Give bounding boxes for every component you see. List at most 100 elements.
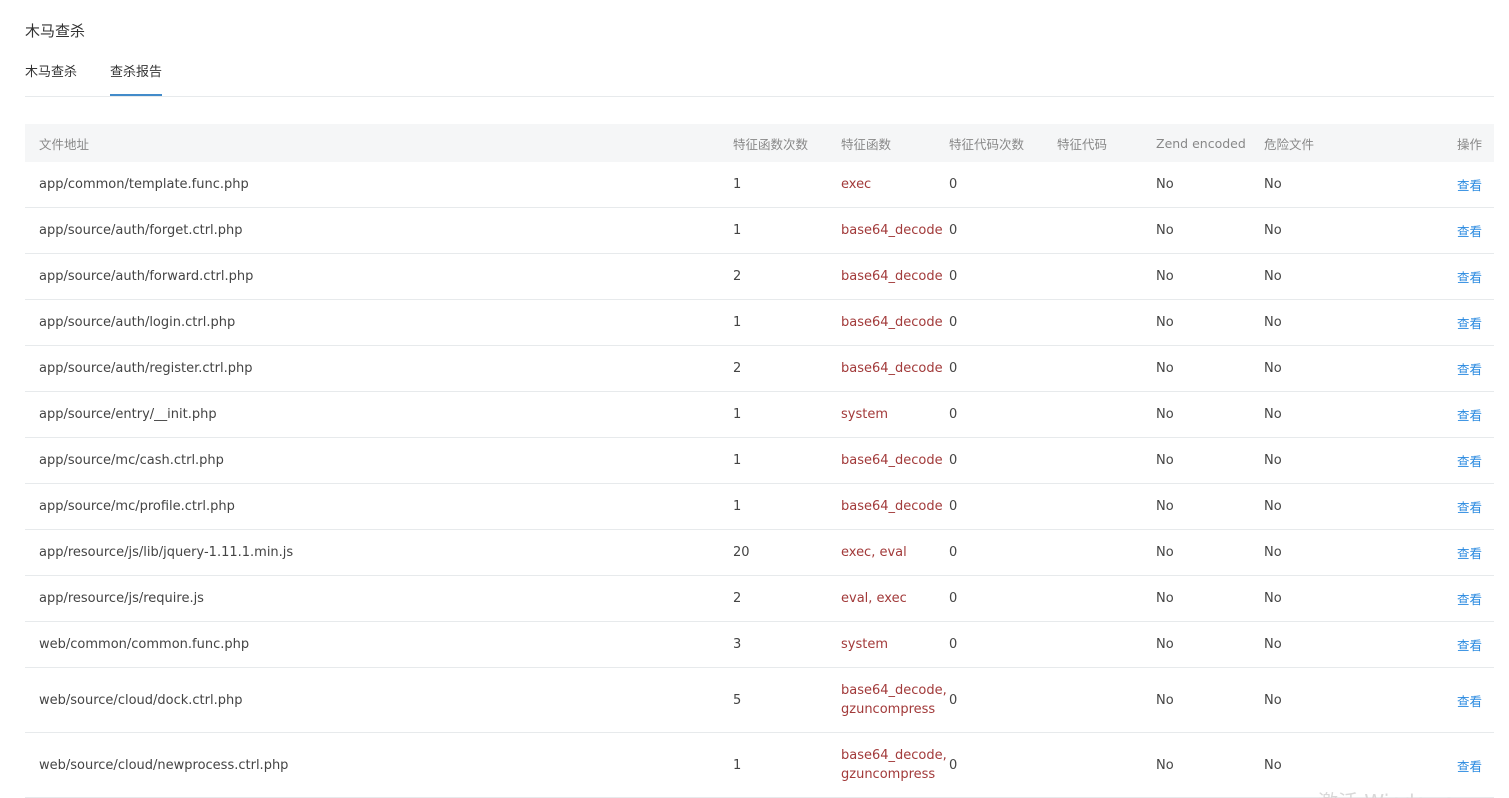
cell-file-path: app/common/template.func.php [25,162,733,208]
cell-dangerous-file: No [1264,207,1384,254]
cell-zend-encoded: No [1156,345,1264,392]
cell-func-count: 1 [733,732,841,798]
func-names: exec [841,177,872,192]
activation-watermark: 激活 Windows [1318,786,1454,798]
cell-code [1057,299,1156,346]
cell-operation: 查看 [1384,299,1494,346]
cell-code-count: 0 [949,732,1057,798]
cell-code-count: 0 [949,162,1057,208]
cell-code-count: 0 [949,437,1057,484]
table-row: app/common/template.func.php 1 exec 0 No No 查看 [25,162,1494,208]
cell-func-count: 5 [733,667,841,733]
cell-code-count: 0 [949,667,1057,733]
func-names: base64_decode, gzuncompress [841,683,947,717]
cell-code [1057,483,1156,530]
cell-code-count: 0 [949,391,1057,438]
view-link[interactable]: 查看 [1457,408,1482,423]
func-names: exec, eval [841,545,907,560]
cell-funcs: exec, eval [841,529,949,576]
cell-operation: 查看 [1384,575,1494,622]
header-dangerous-file: 危险文件 [1264,124,1384,162]
cell-code-count: 0 [949,621,1057,668]
cell-func-count: 1 [733,162,841,208]
func-names: base64_decode [841,315,943,330]
view-link[interactable]: 查看 [1457,592,1482,607]
cell-funcs: base64_decode [841,253,949,300]
table-row: app/source/auth/forget.ctrl.php 1 base64_d… [25,207,1494,254]
cell-func-count: 20 [733,529,841,576]
header-func-count: 特征函数次数 [733,124,841,162]
view-link[interactable]: 查看 [1457,759,1482,774]
cell-dangerous-file: No [1264,483,1384,530]
cell-funcs: base64_decode [841,207,949,254]
view-link[interactable]: 查看 [1457,224,1482,239]
cell-operation: 查看 [1384,621,1494,668]
cell-zend-encoded: No [1156,391,1264,438]
cell-zend-encoded: No [1156,299,1264,346]
cell-zend-encoded: No [1156,732,1264,798]
header-code: 特征代码 [1057,124,1156,162]
cell-func-count: 2 [733,345,841,392]
cell-code [1057,207,1156,254]
header-file-path: 文件地址 [25,124,733,162]
tab-bar: 木马查杀 查杀报告 [25,60,1494,97]
cell-zend-encoded: No [1156,483,1264,530]
func-names: system [841,637,888,652]
view-link[interactable]: 查看 [1457,638,1482,653]
cell-file-path: app/source/auth/forward.ctrl.php [25,253,733,300]
view-link[interactable]: 查看 [1457,316,1482,331]
view-link[interactable]: 查看 [1457,270,1482,285]
cell-func-count: 2 [733,575,841,622]
cell-dangerous-file: No [1264,345,1384,392]
cell-funcs: base64_decode [841,299,949,346]
cell-zend-encoded: No [1156,667,1264,733]
func-names: base64_decode, gzuncompress [841,748,947,782]
cell-code-count: 0 [949,529,1057,576]
cell-code [1057,253,1156,300]
cell-func-count: 1 [733,391,841,438]
view-link[interactable]: 查看 [1457,362,1482,377]
cell-funcs: exec [841,162,949,208]
table-row: app/resource/js/require.js 2 eval, exec 0 No… [25,575,1494,622]
cell-file-path: app/resource/js/require.js [25,575,733,622]
view-link[interactable]: 查看 [1457,178,1482,193]
cell-code-count: 0 [949,299,1057,346]
cell-funcs: system [841,391,949,438]
cell-code [1057,437,1156,484]
cell-code [1057,345,1156,392]
func-names: base64_decode [841,453,943,468]
cell-operation: 查看 [1384,483,1494,530]
page-title: 木马查杀 [25,22,86,40]
tab-trojan-scan[interactable]: 木马查杀 [25,60,77,95]
header-zend-encoded: Zend encoded [1156,124,1264,162]
cell-dangerous-file: No [1264,253,1384,300]
cell-funcs: base64_decode, gzuncompress [841,667,949,733]
cell-operation: 查看 [1384,345,1494,392]
func-names: base64_decode [841,223,943,238]
cell-file-path: app/source/entry/__init.php [25,391,733,438]
cell-dangerous-file: No [1264,299,1384,346]
header-operation: 操作 [1384,124,1494,162]
tab-scan-report[interactable]: 查杀报告 [110,60,163,96]
table-row: app/source/entry/__init.php 1 system 0 No No 查… [25,391,1494,438]
cell-code-count: 0 [949,345,1057,392]
view-link[interactable]: 查看 [1457,500,1482,515]
cell-zend-encoded: No [1156,207,1264,254]
report-table-container: 文件地址 特征函数次数 特征函数 特征代码次数 特征代码 Zend encode… [25,124,1494,798]
cell-file-path: app/source/auth/login.ctrl.php [25,299,733,346]
func-names: eval, exec [841,591,907,606]
cell-func-count: 1 [733,299,841,346]
cell-code [1057,529,1156,576]
func-names: base64_decode [841,499,943,514]
cell-code-count: 0 [949,253,1057,300]
cell-func-count: 2 [733,253,841,300]
view-link[interactable]: 查看 [1457,694,1482,709]
cell-code [1057,391,1156,438]
view-link[interactable]: 查看 [1457,546,1482,561]
cell-dangerous-file: No [1264,437,1384,484]
cell-zend-encoded: No [1156,437,1264,484]
view-link[interactable]: 查看 [1457,454,1482,469]
cell-func-count: 3 [733,621,841,668]
cell-zend-encoded: No [1156,162,1264,208]
cell-code [1057,667,1156,733]
